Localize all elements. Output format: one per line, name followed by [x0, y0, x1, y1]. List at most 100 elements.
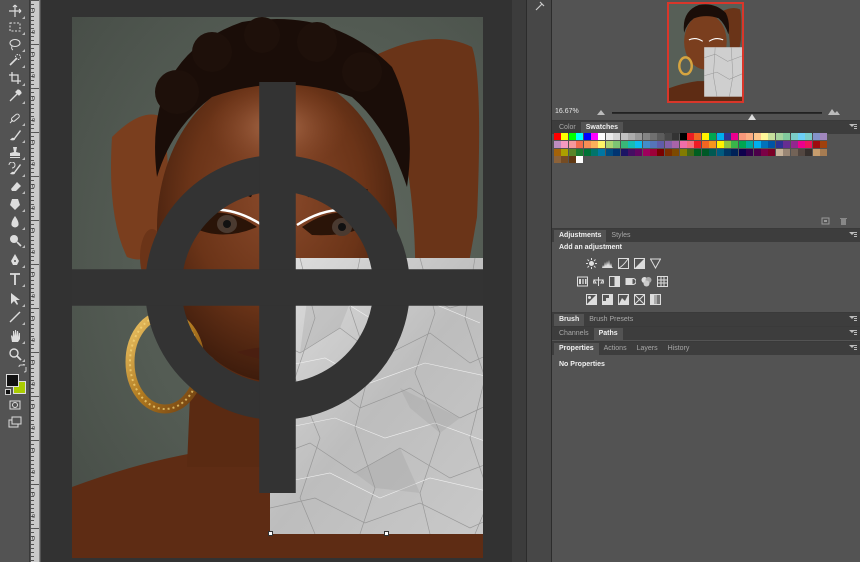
color-swatch[interactable]: [568, 148, 576, 156]
color-swatch[interactable]: [783, 140, 791, 148]
color-swatch[interactable]: [738, 148, 746, 156]
threshold-button[interactable]: [618, 294, 629, 305]
navigator-thumbnail[interactable]: [667, 2, 744, 103]
tab-history[interactable]: History: [663, 343, 695, 355]
color-swatch[interactable]: [716, 140, 724, 148]
color-swatch[interactable]: [790, 148, 798, 156]
color-lookup-button[interactable]: [657, 276, 668, 287]
color-swatch[interactable]: [554, 148, 561, 156]
color-swatch[interactable]: [820, 133, 828, 140]
color-swatch[interactable]: [746, 148, 754, 156]
color-swatch[interactable]: [650, 133, 658, 140]
color-swatch[interactable]: [650, 140, 658, 148]
pen-tool-button[interactable]: [6, 252, 25, 268]
color-swatch[interactable]: [635, 133, 643, 140]
color-swatch[interactable]: [768, 133, 776, 140]
color-swatch[interactable]: [768, 140, 776, 148]
color-swatch[interactable]: [554, 140, 561, 148]
curves-button[interactable]: [618, 258, 629, 269]
color-swatch[interactable]: [716, 133, 724, 140]
panel-menu-icon[interactable]: [849, 345, 857, 351]
path-selection-tool-button[interactable]: [6, 291, 25, 307]
color-swatch[interactable]: [590, 140, 598, 148]
color-swatch[interactable]: [568, 156, 576, 164]
invert-button[interactable]: [586, 294, 597, 305]
brightness-contrast-button[interactable]: [586, 258, 597, 269]
quick-select-tool-button[interactable]: [6, 52, 25, 68]
color-swatch[interactable]: [760, 148, 768, 156]
color-swatch[interactable]: [620, 140, 628, 148]
color-swatch[interactable]: [568, 140, 576, 148]
color-swatch[interactable]: [723, 140, 731, 148]
new-swatch-icon[interactable]: [821, 217, 830, 225]
lasso-tool-button[interactable]: [6, 36, 25, 52]
color-swatch[interactable]: [694, 133, 702, 140]
tab-properties[interactable]: Properties: [554, 343, 599, 355]
hand-tool-button[interactable]: [6, 328, 25, 344]
color-swatch[interactable]: [716, 148, 724, 156]
tab-channels[interactable]: Channels: [554, 328, 594, 340]
color-swatch[interactable]: [731, 140, 739, 148]
color-swatch[interactable]: [738, 133, 746, 140]
color-swatch[interactable]: [627, 140, 635, 148]
black-white-button[interactable]: [609, 276, 620, 287]
color-swatch[interactable]: [723, 133, 731, 140]
panel-menu-icon[interactable]: [849, 316, 857, 322]
color-swatch[interactable]: [598, 133, 606, 140]
tab-brush-presets[interactable]: Brush Presets: [584, 314, 638, 326]
navigator-zoom-level[interactable]: 16.67%: [555, 108, 579, 115]
color-swatch[interactable]: [664, 140, 672, 148]
color-swatch[interactable]: [590, 148, 598, 156]
color-swatch[interactable]: [709, 140, 717, 148]
color-swatch[interactable]: [701, 140, 709, 148]
tool-presets-button[interactable]: [531, 0, 549, 12]
color-swatch[interactable]: [753, 140, 761, 148]
color-swatch[interactable]: [812, 133, 820, 140]
color-swatch[interactable]: [775, 133, 783, 140]
color-swatch[interactable]: [605, 140, 613, 148]
color-swatch[interactable]: [627, 133, 635, 140]
color-swatch[interactable]: [805, 133, 813, 140]
zoom-in-icon[interactable]: [828, 108, 840, 116]
zoom-out-icon[interactable]: [596, 108, 608, 116]
document-canvas[interactable]: [41, 0, 512, 562]
color-swatch[interactable]: [820, 140, 828, 148]
color-swatch[interactable]: [613, 133, 621, 140]
type-tool-button[interactable]: [6, 271, 25, 287]
color-swatch[interactable]: [598, 148, 606, 156]
color-swatch[interactable]: [783, 133, 791, 140]
selective-color-button[interactable]: [634, 294, 645, 305]
color-swatch[interactable]: [738, 140, 746, 148]
color-swatch[interactable]: [679, 133, 687, 140]
color-swatch[interactable]: [694, 140, 702, 148]
color-swatch[interactable]: [642, 133, 650, 140]
swap-colors-icon[interactable]: [18, 364, 27, 373]
color-swatch[interactable]: [642, 140, 650, 148]
color-swatch[interactable]: [746, 133, 754, 140]
line-tool-button[interactable]: [6, 309, 25, 325]
color-swatch[interactable]: [664, 133, 672, 140]
color-swatch[interactable]: [635, 148, 643, 156]
screen-mode-button[interactable]: [6, 415, 24, 431]
tab-brush[interactable]: Brush: [554, 314, 585, 326]
gradient-map-button[interactable]: [650, 294, 661, 305]
color-swatch[interactable]: [605, 148, 613, 156]
color-swatch[interactable]: [613, 140, 621, 148]
color-swatch[interactable]: [805, 148, 813, 156]
color-swatch[interactable]: [820, 148, 828, 156]
quick-mask-button[interactable]: [6, 397, 24, 413]
color-swatch[interactable]: [709, 148, 717, 156]
color-swatch[interactable]: [657, 148, 665, 156]
color-swatch[interactable]: [701, 148, 709, 156]
color-swatch[interactable]: [568, 133, 576, 140]
color-swatch[interactable]: [672, 148, 680, 156]
color-swatch[interactable]: [775, 148, 783, 156]
color-swatch[interactable]: [605, 133, 613, 140]
color-swatch[interactable]: [797, 148, 805, 156]
color-balance-button[interactable]: [593, 276, 604, 287]
gradient-tool-button[interactable]: [6, 196, 25, 212]
color-swatch[interactable]: [672, 140, 680, 148]
color-swatch[interactable]: [768, 148, 776, 156]
color-swatch[interactable]: [731, 133, 739, 140]
levels-button[interactable]: [602, 258, 613, 269]
